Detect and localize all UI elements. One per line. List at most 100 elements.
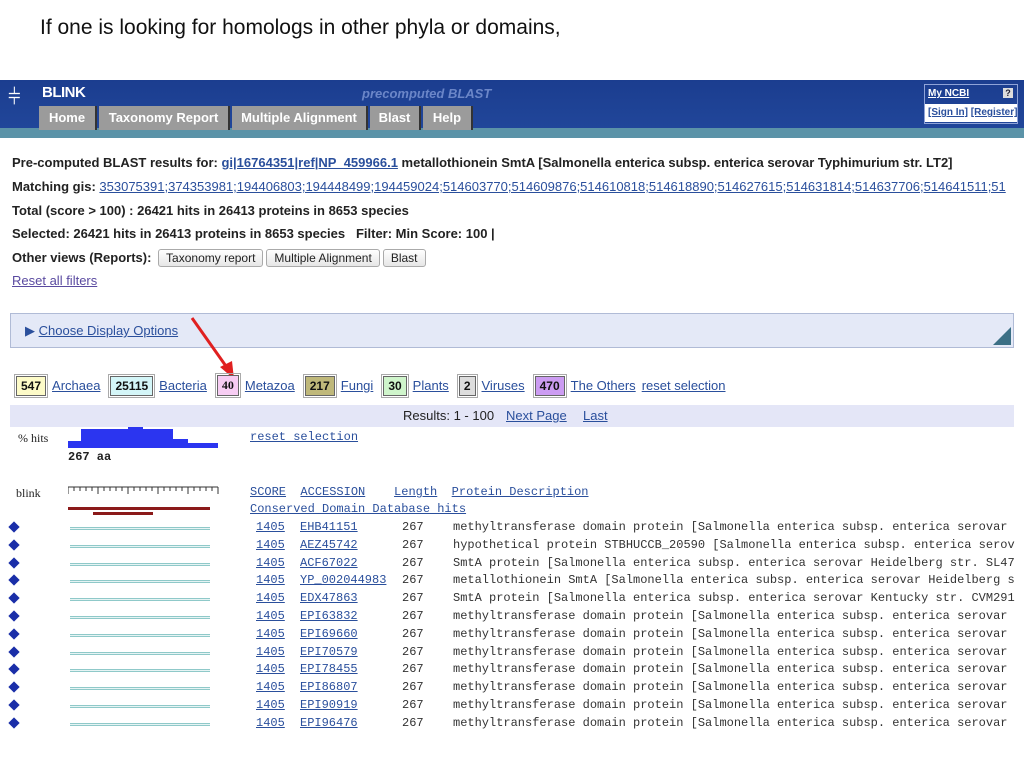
accession-link[interactable]: EPI78455 xyxy=(300,662,358,676)
taxonomy-report-button[interactable]: Taxonomy report xyxy=(158,249,264,267)
last-page-link[interactable]: Last xyxy=(583,405,608,427)
score-header[interactable]: SCORE xyxy=(250,485,286,499)
accession-link[interactable]: EPI69660 xyxy=(300,627,358,641)
reset-selection-link-2[interactable]: reset selection xyxy=(250,430,358,444)
description: methyltransferase domain protein [Salmon… xyxy=(453,644,1008,659)
accession-link[interactable]: AEZ45742 xyxy=(300,538,358,552)
sign-in-link[interactable]: [Sign In] xyxy=(928,107,968,118)
blast-button[interactable]: Blast xyxy=(382,249,426,267)
diamond-icon[interactable] xyxy=(8,592,20,604)
next-page-link[interactable]: Next Page xyxy=(506,405,567,427)
length: 267 xyxy=(402,555,424,570)
metazoa-link[interactable]: Metazoa xyxy=(245,378,295,393)
diamond-icon[interactable] xyxy=(8,610,20,622)
accession-link[interactable]: EPI63832 xyxy=(300,609,358,623)
others-count[interactable]: 470 xyxy=(532,373,567,398)
table-row: 1405 EPI86807 267 methyltransferase doma… xyxy=(0,679,1024,697)
label: Other views (Reports): xyxy=(12,250,152,265)
alignment-line xyxy=(70,580,210,584)
diamond-icon[interactable] xyxy=(8,556,20,569)
viruses-count[interactable]: 2 xyxy=(456,373,478,398)
multiple-alignment-button[interactable]: Multiple Alignment xyxy=(266,249,380,267)
accession-link[interactable]: EPI86807 xyxy=(300,680,358,694)
accession-link[interactable]: EHB41151 xyxy=(300,520,358,534)
score-link[interactable]: 1405 xyxy=(256,716,285,730)
query-link[interactable]: gi|16764351|ref|NP_459966.1 xyxy=(221,155,397,170)
length: 267 xyxy=(402,609,424,623)
tab-multiple-alignment[interactable]: Multiple Alignment xyxy=(232,106,368,130)
score-link[interactable]: 1405 xyxy=(256,538,285,552)
length-header[interactable]: Length xyxy=(394,485,437,499)
bacteria-link[interactable]: Bacteria xyxy=(159,378,207,393)
fungi-count[interactable]: 217 xyxy=(302,373,337,398)
display-options-link[interactable]: Choose Display Options xyxy=(39,323,178,338)
description: hypothetical protein STBHUCCB_20590 [Sal… xyxy=(453,537,1015,552)
matching-gis-link[interactable]: 353075391;374353981;194406803;194448499;… xyxy=(99,179,1005,194)
score-link[interactable]: 1405 xyxy=(256,698,285,712)
accession-header[interactable]: ACCESSION xyxy=(300,485,365,499)
metazoa-count[interactable]: 40 xyxy=(214,373,241,398)
viruses-link[interactable]: Viruses xyxy=(482,378,525,393)
tab-blast[interactable]: Blast xyxy=(370,106,421,130)
diamond-icon[interactable] xyxy=(8,681,20,693)
score-link[interactable]: 1405 xyxy=(256,591,285,605)
archaea-link[interactable]: Archaea xyxy=(52,378,100,393)
alignment-line xyxy=(70,598,210,602)
register-link[interactable]: [Register] xyxy=(971,107,1018,118)
accession-link[interactable]: YP_002044983 xyxy=(300,573,386,587)
table-row: 1405 EPI69660 267 methyltransferase doma… xyxy=(0,626,1024,644)
accession-link[interactable]: ACF67022 xyxy=(300,556,358,570)
diamond-icon[interactable] xyxy=(8,539,20,551)
label: Matching gis: xyxy=(12,179,96,194)
tab-help[interactable]: Help xyxy=(423,106,473,130)
table-row: 1405 ACF67022 267 SmtA protein [Salmonel… xyxy=(0,555,1024,573)
fungi-link[interactable]: Fungi xyxy=(341,378,374,393)
plants-link[interactable]: Plants xyxy=(413,378,449,393)
score-link[interactable]: 1405 xyxy=(256,680,285,694)
tab-home[interactable]: Home xyxy=(39,106,97,130)
expand-triangle-icon[interactable]: ▶ xyxy=(25,323,35,338)
diamond-icon[interactable] xyxy=(8,717,20,729)
length: 267 xyxy=(402,520,424,534)
accession-link[interactable]: EPI96476 xyxy=(300,716,358,730)
score-link[interactable]: 1405 xyxy=(256,520,285,534)
score-link[interactable]: 1405 xyxy=(256,662,285,676)
help-icon[interactable]: ? xyxy=(1003,88,1013,98)
subtitle: precomputed BLAST xyxy=(362,86,492,101)
length: 267 xyxy=(402,680,424,695)
query-line: Pre-computed BLAST results for: gi|16764… xyxy=(12,155,953,170)
archaea-count[interactable]: 547 xyxy=(13,373,49,398)
score-link[interactable]: 1405 xyxy=(256,609,285,623)
reset-filters-link[interactable]: Reset all filters xyxy=(12,273,97,288)
length: 267 xyxy=(402,626,424,641)
my-ncbi-link[interactable]: My NCBI xyxy=(928,88,969,99)
tab-taxonomy-report[interactable]: Taxonomy Report xyxy=(99,106,230,130)
label: Pre-computed BLAST results for: xyxy=(12,155,218,170)
score-link[interactable]: 1405 xyxy=(256,627,285,641)
bacteria-count[interactable]: 25115 xyxy=(108,373,156,398)
description: methyltransferase domain protein [Salmon… xyxy=(453,520,1008,534)
score-link[interactable]: 1405 xyxy=(256,573,285,587)
table-row: 1405 EDX47863 267 SmtA protein [Salmonel… xyxy=(0,590,1024,608)
query-desc: metallothionein SmtA [Salmonella enteric… xyxy=(401,155,953,170)
diamond-icon[interactable] xyxy=(8,699,20,711)
accession-link[interactable]: EPI90919 xyxy=(300,698,358,712)
description-header[interactable]: Protein Description xyxy=(452,485,589,499)
table-row: 1405 EPI78455 267 methyltransferase doma… xyxy=(0,661,1024,679)
score-link[interactable]: 1405 xyxy=(256,645,285,659)
table-row: 1405 EPI90919 267 methyltransferase doma… xyxy=(0,697,1024,715)
others-link[interactable]: The Others xyxy=(571,378,636,393)
diamond-icon[interactable] xyxy=(8,574,20,587)
description: SmtA protein [Salmonella enterica subsp.… xyxy=(453,555,1015,570)
diamond-icon[interactable] xyxy=(8,645,20,658)
plants-count[interactable]: 30 xyxy=(381,373,409,398)
diamond-icon[interactable] xyxy=(8,663,20,676)
cdd-link[interactable]: Conserved Domain Database hits xyxy=(250,502,466,516)
score-link[interactable]: 1405 xyxy=(256,556,285,570)
reset-selection-link[interactable]: reset selection xyxy=(642,378,726,393)
diamond-icon[interactable] xyxy=(8,521,20,533)
diamond-icon[interactable] xyxy=(8,628,20,640)
accession-link[interactable]: EPI70579 xyxy=(300,645,358,659)
length: 267 xyxy=(402,537,424,552)
accession-link[interactable]: EDX47863 xyxy=(300,591,358,605)
